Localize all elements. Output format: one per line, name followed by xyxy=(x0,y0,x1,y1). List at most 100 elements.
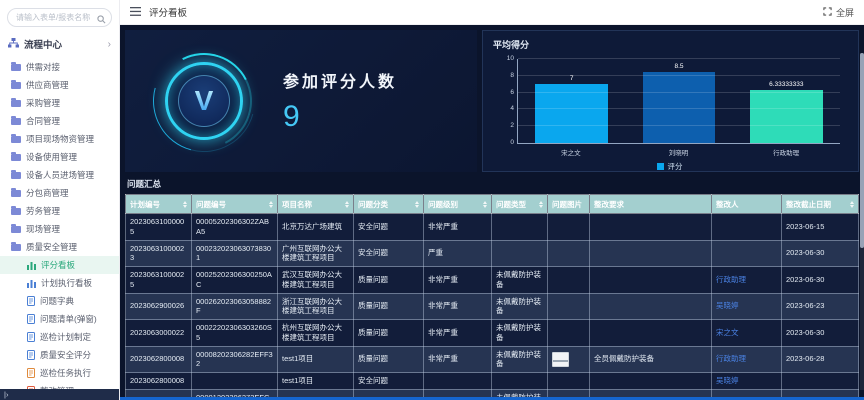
sort-icon[interactable] xyxy=(183,201,187,208)
issues-section: 问题汇总 计划编号问题编号项目名称问题分类问题级别问题类型问题图片整改要求整改人… xyxy=(125,178,859,400)
cell-person: 吴晓婷 xyxy=(712,373,782,390)
sidebar-subitem-10-3[interactable]: 问题清单(弹窗) xyxy=(0,310,119,328)
folder-icon xyxy=(11,226,21,233)
sidebar-subitem-10-4[interactable]: 巡检计划制定 xyxy=(0,328,119,346)
sort-icon[interactable] xyxy=(483,201,487,208)
vertical-scrollbar[interactable] xyxy=(860,53,864,390)
hamburger-icon[interactable] xyxy=(130,3,141,21)
x-tick-label: 刘晓明 xyxy=(625,144,733,157)
person-link[interactable]: 行政助理 xyxy=(716,354,746,363)
col-header-issue_no[interactable]: 问题编号 xyxy=(192,195,278,214)
col-header-level[interactable]: 问题级别 xyxy=(424,195,492,214)
average-score-chart: 平均得分 78.56.33333333 0246810 宋之文刘晓明行政助理 评… xyxy=(482,30,859,172)
document-icon xyxy=(27,350,35,360)
sidebar-subitem-10-5[interactable]: 质量安全评分 xyxy=(0,346,119,364)
app-window: 流程中心 › 供需对接供应商管理采购管理合同管理项目现场物资管理设备使用管理设备… xyxy=(0,0,864,400)
sidebar-item-0[interactable]: 供需对接 xyxy=(0,58,119,76)
sidebar-item-8[interactable]: 劳务管理 xyxy=(0,202,119,220)
cell-plan_no: 2023063000022 xyxy=(126,320,192,347)
sort-icon[interactable] xyxy=(850,201,854,208)
cell-requirement xyxy=(590,373,712,390)
sidebar-search xyxy=(7,7,112,27)
sidebar-item-process-center[interactable]: 流程中心 › xyxy=(0,30,119,57)
sidebar-subitem-10-6[interactable]: 巡检任务执行 xyxy=(0,364,119,382)
sidebar-subitem-10-0[interactable]: 评分看板 xyxy=(0,256,119,274)
col-header-type[interactable]: 问题类型 xyxy=(492,195,548,214)
chart-legend[interactable]: 评分 xyxy=(493,161,846,172)
sidebar-item-2[interactable]: 采购管理 xyxy=(0,94,119,112)
cell-issue_no: 00008202306282EFF32 xyxy=(192,346,278,373)
sidebar-menu: 供需对接供应商管理采购管理合同管理项目现场物资管理设备使用管理设备人员进场管理分… xyxy=(0,57,119,389)
folder-icon xyxy=(11,244,21,251)
chart-icon xyxy=(27,279,36,288)
folder-icon xyxy=(11,82,21,89)
sidebar-item-3[interactable]: 合同管理 xyxy=(0,112,119,130)
bar-2[interactable] xyxy=(750,90,823,143)
sort-icon[interactable] xyxy=(415,201,419,208)
folder-icon xyxy=(11,118,21,125)
bar-1[interactable] xyxy=(643,72,716,143)
cell-deadline: 2023-06-30 xyxy=(782,320,859,347)
participants-label: 参加评分人数 xyxy=(283,68,397,92)
person-link[interactable]: 宋之文 xyxy=(716,328,739,337)
chart-x-axis-labels: 宋之文刘晓明行政助理 xyxy=(517,144,840,157)
sidebar-item-10[interactable]: 质量安全管理 xyxy=(0,238,119,256)
cell-level: 非常严重 xyxy=(424,293,492,320)
sidebar-collapse-toggle[interactable]: |› xyxy=(0,389,119,400)
sidebar-item-4[interactable]: 项目现场物资管理 xyxy=(0,130,119,148)
sidebar-subitem-10-2[interactable]: 问题字典 xyxy=(0,292,119,310)
chart-icon xyxy=(27,261,36,270)
cell-category: 安全问题 xyxy=(354,240,424,267)
cell-deadline: 2023-06-28 xyxy=(782,346,859,373)
col-header-plan_no[interactable]: 计划编号 xyxy=(126,195,192,214)
sidebar-item-9[interactable]: 现场管理 xyxy=(0,220,119,238)
cell-category: 质量问题 xyxy=(354,320,424,347)
cell-person xyxy=(712,240,782,267)
issue-image-thumbnail[interactable] xyxy=(552,352,569,367)
bar-0[interactable] xyxy=(535,84,608,143)
sidebar-item-6[interactable]: 设备人员进场管理 xyxy=(0,166,119,184)
cell-type xyxy=(492,373,548,390)
sidebar-item-1[interactable]: 供应商管理 xyxy=(0,76,119,94)
folder-icon xyxy=(11,100,21,107)
table-row-6: 2023062800008test1项目安全问题吴晓婷 xyxy=(126,373,859,390)
person-link[interactable]: 吴晓婷 xyxy=(716,376,739,385)
x-tick-label: 宋之文 xyxy=(517,144,625,157)
cell-person xyxy=(712,214,782,241)
sidebar-item-5[interactable]: 设备使用管理 xyxy=(0,148,119,166)
sort-icon[interactable] xyxy=(539,201,543,208)
cell-image xyxy=(548,320,590,347)
col-header-category[interactable]: 问题分类 xyxy=(354,195,424,214)
sidebar-item-7[interactable]: 分包商管理 xyxy=(0,184,119,202)
cell-type: 未佩戴防护装备 xyxy=(492,320,548,347)
cell-plan_no: 2023062800008 xyxy=(126,346,192,373)
cell-issue_no: 00022202306303260S5 xyxy=(192,320,278,347)
sidebar-subitem-10-1[interactable]: 计划执行看板 xyxy=(0,274,119,292)
cell-plan_no: 20230631000005 xyxy=(126,214,192,241)
col-header-deadline[interactable]: 整改截止日期 xyxy=(782,195,859,214)
cell-issue_no: 00025202306300250AC xyxy=(192,267,278,294)
bar-value-label: 7 xyxy=(518,75,625,82)
cell-type: 未佩戴防护装备 xyxy=(492,267,548,294)
folder-icon xyxy=(11,172,21,179)
table-row-0: 2023063100000500005202306302ZABA5北京万达广场建… xyxy=(126,214,859,241)
cell-plan_no: 2023062900026 xyxy=(126,293,192,320)
sidebar-subitem-10-7[interactable]: 整改管理 xyxy=(0,382,119,389)
cell-issue_no: 000262023063058882F xyxy=(192,293,278,320)
col-header-project[interactable]: 项目名称 xyxy=(278,195,354,214)
vertical-scrollbar-thumb[interactable] xyxy=(860,53,864,248)
sort-icon[interactable] xyxy=(345,201,349,208)
y-tick-label: 4 xyxy=(510,105,514,112)
person-link[interactable]: 吴晓婷 xyxy=(716,301,739,310)
cell-issue_no: 0002320230630738301 xyxy=(192,240,278,267)
cell-requirement xyxy=(590,320,712,347)
y-tick-label: 2 xyxy=(510,122,514,129)
person-link[interactable]: 行政助理 xyxy=(716,275,746,284)
search-icon[interactable] xyxy=(97,11,106,29)
sidebar: 流程中心 › 供需对接供应商管理采购管理合同管理项目现场物资管理设备使用管理设备… xyxy=(0,0,120,400)
cell-requirement: 全员佩戴防护装备 xyxy=(590,346,712,373)
fullscreen-button[interactable]: 全屏 xyxy=(823,6,854,19)
page-title: 评分看板 xyxy=(149,5,187,19)
chevron-right-icon: › xyxy=(108,39,111,50)
sort-icon[interactable] xyxy=(269,201,273,208)
